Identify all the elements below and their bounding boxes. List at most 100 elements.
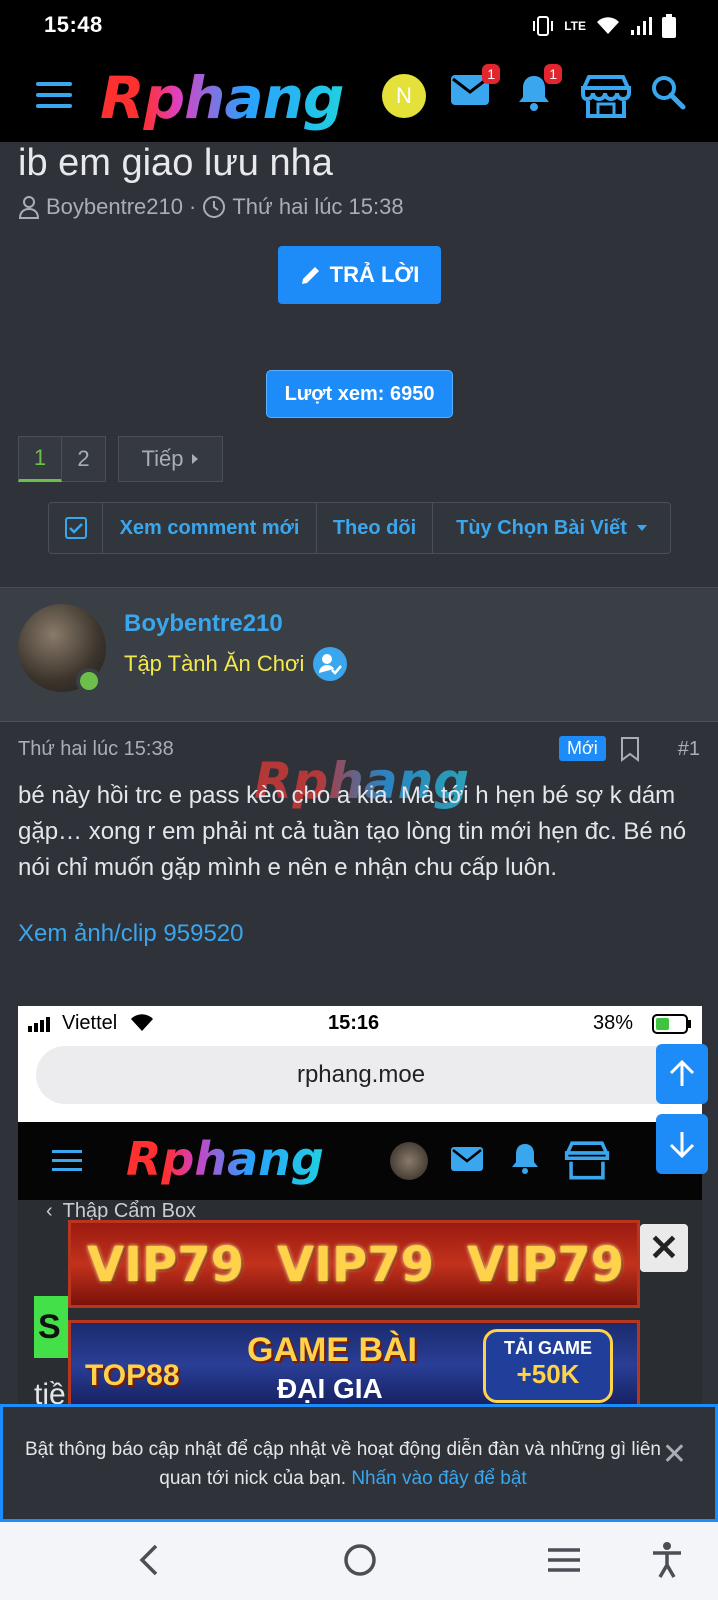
inbox-button[interactable]: 1 xyxy=(450,64,500,111)
poster-title-text: Tập Tành Ăn Chơi xyxy=(124,651,305,676)
vip79-ad-banner[interactable]: VIP79 VIP79 VIP79 xyxy=(68,1220,640,1308)
image-url-area: rphang.moe xyxy=(18,1042,702,1122)
search-icon xyxy=(652,76,686,110)
image-wifi-icon xyxy=(131,1014,153,1031)
select-checkbox[interactable] xyxy=(49,503,103,553)
image-battery: 38% xyxy=(593,1012,634,1034)
arrow-down-icon xyxy=(669,1132,695,1158)
post-user-block: Boybentre210 Tập Tành Ăn Chơi xyxy=(0,587,718,722)
pencil-icon xyxy=(301,267,319,284)
lte-label: LTE xyxy=(564,19,586,33)
image-logo: Rphang xyxy=(126,1132,324,1186)
post-options-button[interactable]: Tùy Chọn Bài Viết xyxy=(433,503,670,553)
meta-separator: · xyxy=(189,194,197,219)
wifi-icon xyxy=(597,17,619,34)
caret-down-icon xyxy=(636,525,647,531)
image-avatar xyxy=(390,1142,428,1180)
thread-meta: Boybentre210 · Thứ hai lúc 15:38 xyxy=(18,194,404,220)
image-time: 15:16 xyxy=(328,1012,380,1034)
checkbox-icon xyxy=(64,517,87,539)
poster-username[interactable]: Boybentre210 xyxy=(124,610,283,638)
new-badge: Mới xyxy=(559,736,606,761)
post-number[interactable]: #1 xyxy=(678,738,700,761)
scroll-bottom-button[interactable] xyxy=(656,1114,708,1174)
bookmark-icon[interactable] xyxy=(620,736,640,762)
close-notification-button[interactable]: ✕ xyxy=(662,1437,687,1472)
poster-title: Tập Tành Ăn Chơi xyxy=(124,646,348,682)
enable-notifications-link[interactable]: Nhấn vào đây để bật xyxy=(351,1468,526,1489)
push-notification-prompt: Bật thông báo cập nhật để cập nhật về ho… xyxy=(0,1404,718,1522)
alerts-badge: 1 xyxy=(544,64,562,84)
ad-vip-label-2: VIP79 xyxy=(277,1237,434,1293)
ad-dai-gia-label: ĐẠI GIA xyxy=(277,1373,383,1404)
notification-text: Bật thông báo cập nhật để cập nhật về ho… xyxy=(23,1435,663,1493)
clock-icon xyxy=(203,196,226,218)
image-store-icon xyxy=(564,1141,610,1180)
status-time: 15:48 xyxy=(44,12,103,37)
image-carrier: Viettel xyxy=(62,1012,118,1034)
caret-right-icon xyxy=(192,454,199,464)
image-mail-icon xyxy=(451,1147,483,1171)
image-breadcrumb-label: Thập Cẩm Box xyxy=(62,1200,197,1222)
user-icon xyxy=(18,196,40,219)
ad-top88-label: TOP88 xyxy=(85,1359,180,1392)
vibrate-icon xyxy=(533,16,554,36)
new-comments-button[interactable]: Xem comment mới xyxy=(103,503,317,553)
arrow-up-icon xyxy=(669,1060,695,1086)
site-logo[interactable]: Rphang xyxy=(100,64,344,132)
user-avatar[interactable]: N xyxy=(382,74,426,118)
post-body: bé này hồi trc e pass kèo cho a kia. Mà … xyxy=(18,782,687,881)
ad-vip-label-3: VIP79 xyxy=(467,1237,624,1293)
store-icon xyxy=(581,75,631,118)
verified-user-icon xyxy=(313,647,348,681)
image-signal-icon xyxy=(28,1017,50,1032)
app-header: Rphang N 1 1 xyxy=(0,52,718,142)
page-2[interactable]: 2 xyxy=(62,436,106,482)
page-1[interactable]: 1 xyxy=(18,436,62,482)
ad-bonus-label: +50K xyxy=(516,1359,580,1389)
menu-icon[interactable] xyxy=(36,82,72,110)
view-count: Lượt xem: 6950 xyxy=(266,370,453,418)
image-app-header: Rphang xyxy=(18,1122,702,1200)
image-bell-icon xyxy=(512,1144,538,1174)
reply-button[interactable]: TRẢ LỜI xyxy=(278,246,441,304)
home-icon[interactable] xyxy=(340,1540,380,1580)
next-page-label: Tiếp xyxy=(141,446,184,471)
post-options-label: Tùy Chọn Bài Viết xyxy=(456,516,627,539)
pagination: 1 2 Tiếp xyxy=(18,436,223,482)
status-icons: LTE xyxy=(532,14,676,38)
signal-icon xyxy=(631,17,652,35)
inbox-badge: 1 xyxy=(482,64,500,84)
ad-download-label: TẢI GAME xyxy=(504,1338,592,1358)
thread-author[interactable]: Boybentre210 xyxy=(46,194,183,220)
status-bar: 15:48 LTE xyxy=(0,0,718,52)
media-link[interactable]: Xem ảnh/clip 959520 xyxy=(18,920,244,948)
ad-vip-label-1: VIP79 xyxy=(87,1237,244,1293)
top88-ad-banner[interactable]: TOP88 GAME BÀI ĐẠI GIA TẢI GAME +50K xyxy=(68,1320,640,1410)
search-button[interactable] xyxy=(650,74,686,115)
system-nav-bar xyxy=(0,1522,718,1600)
ad-game-bai-label: GAME BÀI xyxy=(247,1331,417,1369)
thread-title: ib em giao lưu nha xyxy=(18,142,333,184)
follow-button[interactable]: Theo dõi xyxy=(317,503,433,553)
store-button[interactable] xyxy=(580,74,632,123)
image-menu-icon xyxy=(52,1150,82,1171)
image-battery-icon xyxy=(652,1014,691,1034)
reply-label: TRẢ LỜI xyxy=(329,262,420,287)
image-back-chevron: ‹ xyxy=(46,1200,53,1222)
alerts-button[interactable]: 1 xyxy=(516,64,562,117)
next-page-button[interactable]: Tiếp xyxy=(118,436,223,482)
post-date[interactable]: Thứ hai lúc 15:38 xyxy=(18,738,174,760)
recents-icon[interactable] xyxy=(546,1540,582,1580)
close-ad-button[interactable]: ✕ xyxy=(640,1224,688,1272)
back-icon[interactable] xyxy=(136,1540,162,1580)
online-indicator xyxy=(76,668,102,694)
battery-icon xyxy=(662,14,676,38)
image-url-bar: rphang.moe xyxy=(36,1046,686,1104)
accessibility-icon[interactable] xyxy=(650,1540,684,1580)
ad-download-badge: TẢI GAME +50K xyxy=(483,1329,613,1403)
thread-date: Thứ hai lúc 15:38 xyxy=(232,194,404,219)
scroll-top-button[interactable] xyxy=(656,1044,708,1104)
image-partial-letter: S xyxy=(34,1296,68,1358)
thread-actions: Xem comment mới Theo dõi Tùy Chọn Bài Vi… xyxy=(48,502,671,554)
